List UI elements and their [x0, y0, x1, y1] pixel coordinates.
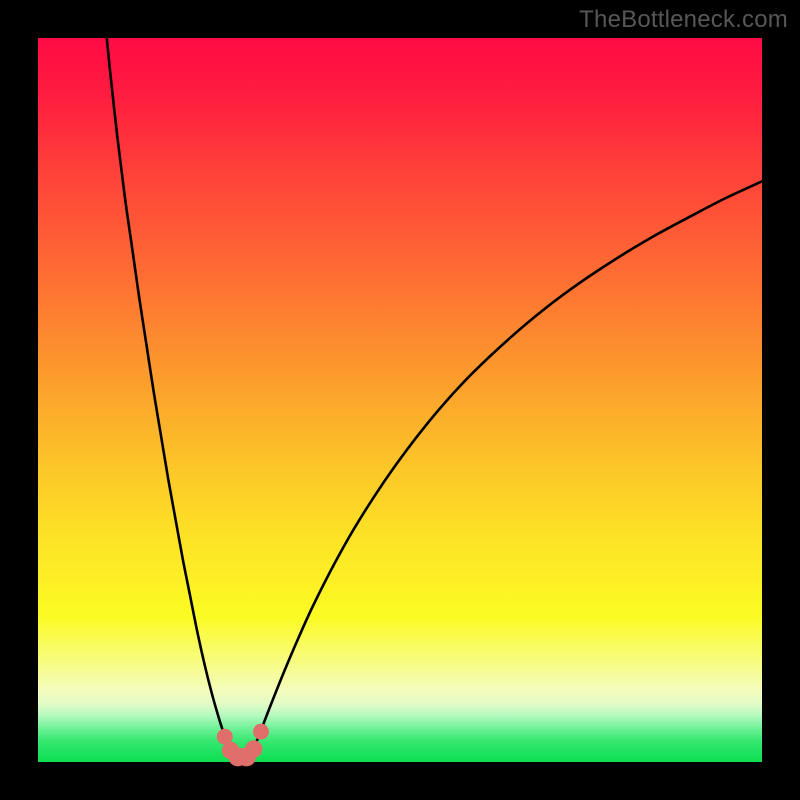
valley-markers	[217, 724, 269, 767]
bottleneck-curve-svg	[38, 38, 762, 762]
bottleneck-curve	[107, 38, 762, 758]
plot-area	[38, 38, 762, 762]
watermark-text: TheBottleneck.com	[579, 6, 788, 34]
valley-marker	[253, 724, 269, 740]
chart-frame: TheBottleneck.com	[0, 0, 800, 800]
valley-marker	[245, 740, 262, 757]
